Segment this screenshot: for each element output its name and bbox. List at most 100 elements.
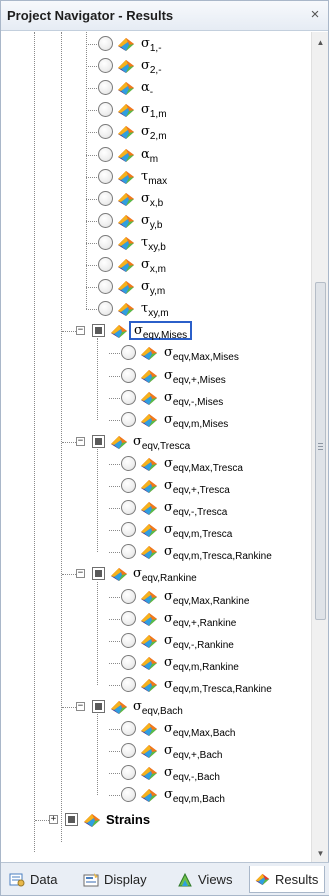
radio-button[interactable] — [98, 102, 113, 118]
collapse-icon[interactable]: − — [76, 569, 85, 579]
tree-item[interactable]: σeqv,+,Bach — [1, 740, 311, 762]
tree-item[interactable]: σ1,m — [1, 99, 311, 121]
tree-connector — [86, 154, 97, 156]
radio-button[interactable] — [121, 455, 136, 471]
radio-button[interactable] — [121, 765, 136, 781]
tree-item[interactable]: σeqv,-,Mises — [1, 387, 311, 409]
tree-item[interactable]: τxy,m — [1, 298, 311, 320]
strains-label: Strains — [106, 811, 151, 827]
result-type-icon — [139, 676, 159, 694]
tree-item[interactable]: σy,m — [1, 276, 311, 298]
group-checkbox[interactable] — [92, 700, 105, 713]
radio-button[interactable] — [121, 500, 136, 516]
radio-button[interactable] — [98, 212, 113, 228]
tree-item[interactable]: σeqv,-,Rankine — [1, 630, 311, 652]
radio-button[interactable] — [98, 301, 113, 317]
tab-results[interactable]: Results — [249, 866, 326, 893]
radio-button[interactable] — [98, 124, 113, 140]
tree-item[interactable]: σ1,- — [1, 33, 311, 55]
radio-button[interactable] — [121, 588, 136, 604]
scroll-up-icon[interactable]: ▲ — [312, 34, 329, 51]
tree-item[interactable]: σeqv,+,Rankine — [1, 608, 311, 630]
radio-button[interactable] — [121, 610, 136, 626]
tree-item[interactable]: σeqv,+,Tresca — [1, 475, 311, 497]
tree-group-item[interactable]: − σeqv,Bach — [1, 696, 311, 718]
tab-views[interactable]: Views — [173, 866, 238, 893]
tree-item[interactable]: σx,m — [1, 254, 311, 276]
result-type-icon — [139, 389, 159, 407]
tab-display[interactable]: Display — [79, 866, 153, 893]
group-checkbox[interactable] — [92, 434, 105, 448]
tree-item[interactable]: σeqv,m,Rankine — [1, 652, 311, 674]
radio-button[interactable] — [121, 389, 136, 405]
result-type-icon — [139, 786, 159, 804]
tree-item[interactable]: σeqv,m,Bach — [1, 784, 311, 806]
radio-button[interactable] — [121, 787, 136, 803]
result-label: τxy,m — [141, 301, 169, 319]
radio-button[interactable] — [98, 257, 113, 272]
radio-button[interactable] — [121, 676, 136, 692]
radio-button[interactable] — [98, 58, 113, 74]
tree-group-item-strains[interactable]: + Strains — [1, 809, 311, 831]
radio-button[interactable] — [121, 345, 136, 361]
scroll-thumb[interactable] — [315, 282, 326, 620]
tree-item[interactable]: σeqv,m,Tresca — [1, 519, 311, 541]
result-type-icon — [139, 521, 159, 539]
radio-button[interactable] — [121, 411, 136, 427]
tree-item[interactable]: αm — [1, 144, 311, 166]
radio-button[interactable] — [98, 146, 113, 162]
tree-item[interactable]: τmax — [1, 166, 311, 188]
radio-button[interactable] — [121, 367, 136, 383]
scroll-down-icon[interactable]: ▼ — [312, 845, 329, 862]
tree-item[interactable]: σ2,- — [1, 55, 311, 77]
radio-button[interactable] — [121, 654, 136, 670]
radio-button[interactable] — [121, 522, 136, 538]
radio-button[interactable] — [121, 721, 136, 737]
tree-group-item[interactable]: − σeqv,Rankine — [1, 563, 311, 585]
radio-button[interactable] — [98, 80, 113, 96]
result-type-icon — [116, 234, 136, 252]
close-icon[interactable]: × — [308, 6, 322, 23]
tree-item[interactable]: σ2,m — [1, 121, 311, 143]
vertical-scrollbar[interactable]: ▲ ▼ — [311, 32, 328, 864]
tree-item[interactable]: σeqv,-,Tresca — [1, 497, 311, 519]
tab-data[interactable]: Data — [5, 866, 63, 893]
tree-item[interactable]: σeqv,m,Tresca,Rankine — [1, 541, 311, 563]
radio-button[interactable] — [98, 36, 113, 51]
tree-item[interactable]: σeqv,+,Mises — [1, 365, 311, 387]
radio-button[interactable] — [98, 234, 113, 250]
radio-button[interactable] — [121, 544, 136, 560]
group-checkbox[interactable] — [65, 812, 78, 826]
radio-button[interactable] — [98, 279, 113, 295]
group-checkbox[interactable] — [92, 567, 105, 581]
tree-item[interactable]: α- — [1, 77, 311, 99]
radio-button[interactable] — [121, 478, 136, 493]
grip-line — [318, 449, 323, 450]
tree-group-item[interactable]: − σeqv,Mises — [1, 320, 311, 342]
collapse-icon[interactable]: − — [76, 702, 85, 711]
tree-item[interactable]: τxy,b — [1, 232, 311, 254]
tree-item[interactable]: σy,b — [1, 210, 311, 232]
result-symbol: σ — [141, 190, 150, 206]
tree-item[interactable]: σeqv,Max,Bach — [1, 718, 311, 740]
radio-button[interactable] — [98, 168, 113, 184]
radio-button[interactable] — [121, 743, 136, 759]
result-label: σx,m — [141, 257, 166, 275]
radio-button[interactable] — [98, 190, 113, 206]
tree-item[interactable]: σeqv,m,Tresca,Rankine — [1, 674, 311, 696]
expand-icon[interactable]: + — [49, 814, 58, 824]
tree-item[interactable]: σeqv,Max,Rankine — [1, 586, 311, 608]
collapse-icon[interactable]: − — [76, 436, 85, 446]
result-symbol: σ — [141, 102, 150, 118]
collapse-icon[interactable]: − — [76, 326, 85, 336]
group-checkbox[interactable] — [92, 324, 105, 338]
result-type-icon — [139, 632, 159, 650]
tree-item[interactable]: σeqv,Max,Tresca — [1, 453, 311, 475]
result-type-icon — [139, 477, 159, 495]
tree-item[interactable]: σeqv,m,Mises — [1, 409, 311, 431]
tree-item[interactable]: σeqv,Max,Mises — [1, 342, 311, 364]
radio-button[interactable] — [121, 632, 136, 648]
tree-item[interactable]: σx,b — [1, 188, 311, 210]
tree-item[interactable]: σeqv,-,Bach — [1, 762, 311, 784]
tree-group-item[interactable]: − σeqv,Tresca — [1, 431, 311, 453]
